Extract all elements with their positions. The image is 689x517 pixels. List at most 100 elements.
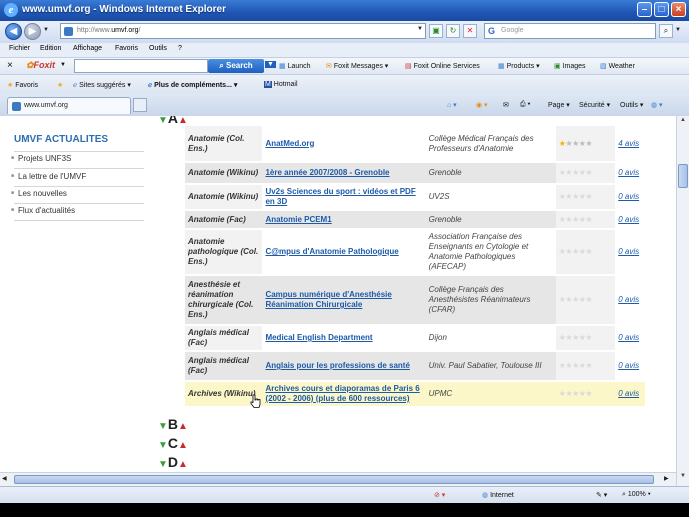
resource-link[interactable]: AnatMed.org xyxy=(265,139,314,148)
search-options-icon[interactable]: ▼ xyxy=(675,27,681,33)
reviews-link[interactable]: 0 avis xyxy=(618,192,639,201)
arrow-up-icon[interactable]: ▲ xyxy=(178,459,188,470)
foxit-search-dropdown-icon[interactable]: ▼ xyxy=(265,61,276,68)
foxit-launch[interactable]: ▦ Launch xyxy=(279,62,311,70)
star-icon[interactable]: ★ xyxy=(585,139,592,148)
minimize-button[interactable]: – xyxy=(637,2,652,17)
compatibility-icon[interactable]: ▣ xyxy=(429,24,443,38)
foxit-search-button[interactable]: ⌕ Search xyxy=(208,59,264,73)
security-menu[interactable]: Sécurité ▾ xyxy=(579,101,610,109)
foxit-search-input[interactable] xyxy=(74,59,208,73)
horizontal-scrollbar[interactable]: ◀ ▶ xyxy=(0,472,676,486)
resource-link[interactable]: C@mpus d'Anatomie Pathologique xyxy=(265,247,398,256)
help-icon[interactable]: ◍ ▾ xyxy=(651,101,663,109)
rating-stars[interactable]: ★★★★★ xyxy=(555,275,616,326)
menu-help[interactable]: ? xyxy=(178,45,182,52)
maximize-button[interactable]: □ xyxy=(654,2,669,17)
arrow-up-icon[interactable]: ▲ xyxy=(178,440,188,451)
star-icon[interactable]: ★ xyxy=(585,295,592,304)
resource-link[interactable]: Anglais pour les professions de santé xyxy=(265,361,409,370)
scroll-up-icon[interactable]: ▲ xyxy=(678,117,688,127)
foxit-dropdown-icon[interactable]: ▼ xyxy=(60,62,66,68)
new-tab-button[interactable] xyxy=(133,98,147,112)
rating-stars[interactable]: ★★★★★ xyxy=(555,210,616,230)
tab-umvf[interactable]: www.umvf.org xyxy=(7,97,131,114)
resource-link[interactable]: Medical English Department xyxy=(265,333,372,342)
close-window-button[interactable]: × xyxy=(671,2,686,17)
sidebar-item-flux[interactable]: Flux d'actualités xyxy=(11,206,75,215)
menu-edit[interactable]: Edition xyxy=(40,45,61,52)
arrow-down-icon[interactable]: ▼ xyxy=(158,440,168,451)
vertical-scrollbar[interactable]: ▲ ▼ xyxy=(676,116,689,486)
star-icon[interactable]: ★ xyxy=(572,333,579,342)
star-icon[interactable]: ★ xyxy=(572,247,579,256)
star-icon[interactable]: ★ xyxy=(585,168,592,177)
star-icon[interactable]: ★ xyxy=(572,139,579,148)
sidebar-item-projets[interactable]: Projets UNF3S xyxy=(11,154,71,163)
favorites-button[interactable]: ★ Favoris xyxy=(7,81,38,89)
foxit-images[interactable]: ▣ Images xyxy=(554,62,586,70)
resource-link[interactable]: Uv2s Sciences du sport : vidéos et PDF e… xyxy=(265,187,415,206)
foxit-weather[interactable]: ▧ Weather xyxy=(600,62,635,70)
refresh-icon[interactable]: ↻ xyxy=(446,24,460,38)
star-icon[interactable]: ★ xyxy=(585,333,592,342)
menu-view[interactable]: Affichage xyxy=(73,45,102,52)
reviews-link[interactable]: 0 avis xyxy=(618,168,639,177)
rating-stars[interactable]: ★★★★★ xyxy=(555,351,616,382)
resource-link[interactable]: Anatomie PCEM1 xyxy=(265,215,331,224)
reviews-link[interactable]: 0 avis xyxy=(618,389,639,398)
star-icon[interactable]: ★ xyxy=(585,247,592,256)
back-button[interactable]: ◀ xyxy=(5,23,22,40)
sidebar-item-lettre[interactable]: La lettre de l'UMVF xyxy=(11,172,86,181)
star-icon[interactable]: ★ xyxy=(572,168,579,177)
protected-mode-icon[interactable]: ✎ ▾ xyxy=(596,491,607,499)
star-icon[interactable]: ★ xyxy=(585,192,592,201)
scroll-down-icon[interactable]: ▼ xyxy=(678,473,688,483)
mail-icon[interactable]: ✉ xyxy=(503,101,509,109)
rating-stars[interactable]: ★★★★★ xyxy=(555,325,616,352)
sidebar-item-nouvelles[interactable]: Les nouvelles xyxy=(11,189,67,198)
suggested-sites[interactable]: ℯ Sites suggérés ▾ xyxy=(73,81,131,89)
arrow-down-icon[interactable]: ▼ xyxy=(158,116,168,126)
rating-stars[interactable]: ★★★★★ xyxy=(555,126,616,163)
rss-icon[interactable]: ◉ ▾ xyxy=(476,101,488,109)
star-icon[interactable]: ★ xyxy=(585,215,592,224)
home-icon[interactable]: ⌂ ▾ xyxy=(447,101,457,109)
resource-link[interactable]: Campus numérique d'Anesthésie Réanimatio… xyxy=(265,290,391,309)
reviews-link[interactable]: 0 avis xyxy=(618,295,639,304)
star-icon[interactable]: ★ xyxy=(572,192,579,201)
more-addons[interactable]: ℯ Plus de compléments... ▾ xyxy=(148,81,237,89)
menu-favorites[interactable]: Favoris xyxy=(115,45,138,52)
menu-file[interactable]: Fichier xyxy=(9,45,30,52)
foxit-messages[interactable]: ✉ Foxit Messages ▾ xyxy=(326,62,388,70)
rating-stars[interactable]: ★★★★★ xyxy=(555,381,616,408)
arrow-down-icon[interactable]: ▼ xyxy=(158,459,168,470)
tools-menu[interactable]: Outils ▾ xyxy=(620,101,643,109)
foxit-online-services[interactable]: ▤ Foxit Online Services xyxy=(405,62,480,70)
arrow-down-icon[interactable]: ▼ xyxy=(158,421,168,432)
vertical-scroll-thumb[interactable] xyxy=(678,164,688,188)
url-dropdown-icon[interactable]: ▼ xyxy=(417,26,423,32)
menu-tools[interactable]: Outils xyxy=(149,45,167,52)
reviews-link[interactable]: 0 avis xyxy=(618,247,639,256)
resource-link[interactable]: 1ère année 2007/2008 - Grenoble xyxy=(265,168,389,177)
star-icon[interactable]: ★ xyxy=(585,361,592,370)
rating-stars[interactable]: ★★★★★ xyxy=(555,162,616,185)
page-menu[interactable]: Page ▾ xyxy=(548,101,570,109)
star-icon[interactable]: ★ xyxy=(572,295,579,304)
search-icon[interactable]: ⌕ xyxy=(659,24,673,38)
rating-stars[interactable]: ★★★★★ xyxy=(555,229,616,276)
arrow-up-icon[interactable]: ▲ xyxy=(178,116,188,126)
rating-stars[interactable]: ★★★★★ xyxy=(555,184,616,211)
url-field[interactable]: http://www.umvf.org/ ▼ xyxy=(60,23,426,39)
scroll-right-icon[interactable]: ▶ xyxy=(664,475,669,482)
star-icon[interactable]: ★ xyxy=(572,389,579,398)
hotmail-link[interactable]: M Hotmail xyxy=(264,81,298,88)
star-icon[interactable]: ★ xyxy=(585,389,592,398)
star-icon[interactable]: ★ xyxy=(572,215,579,224)
print-icon[interactable]: ⎙ ▾ xyxy=(520,101,531,109)
resource-link[interactable]: Archives cours et diaporamas de Paris 6 … xyxy=(265,384,419,403)
reviews-link[interactable]: 0 avis xyxy=(618,333,639,342)
reviews-link[interactable]: 0 avis xyxy=(618,361,639,370)
internet-zone[interactable]: ◍ Internet xyxy=(482,491,514,499)
